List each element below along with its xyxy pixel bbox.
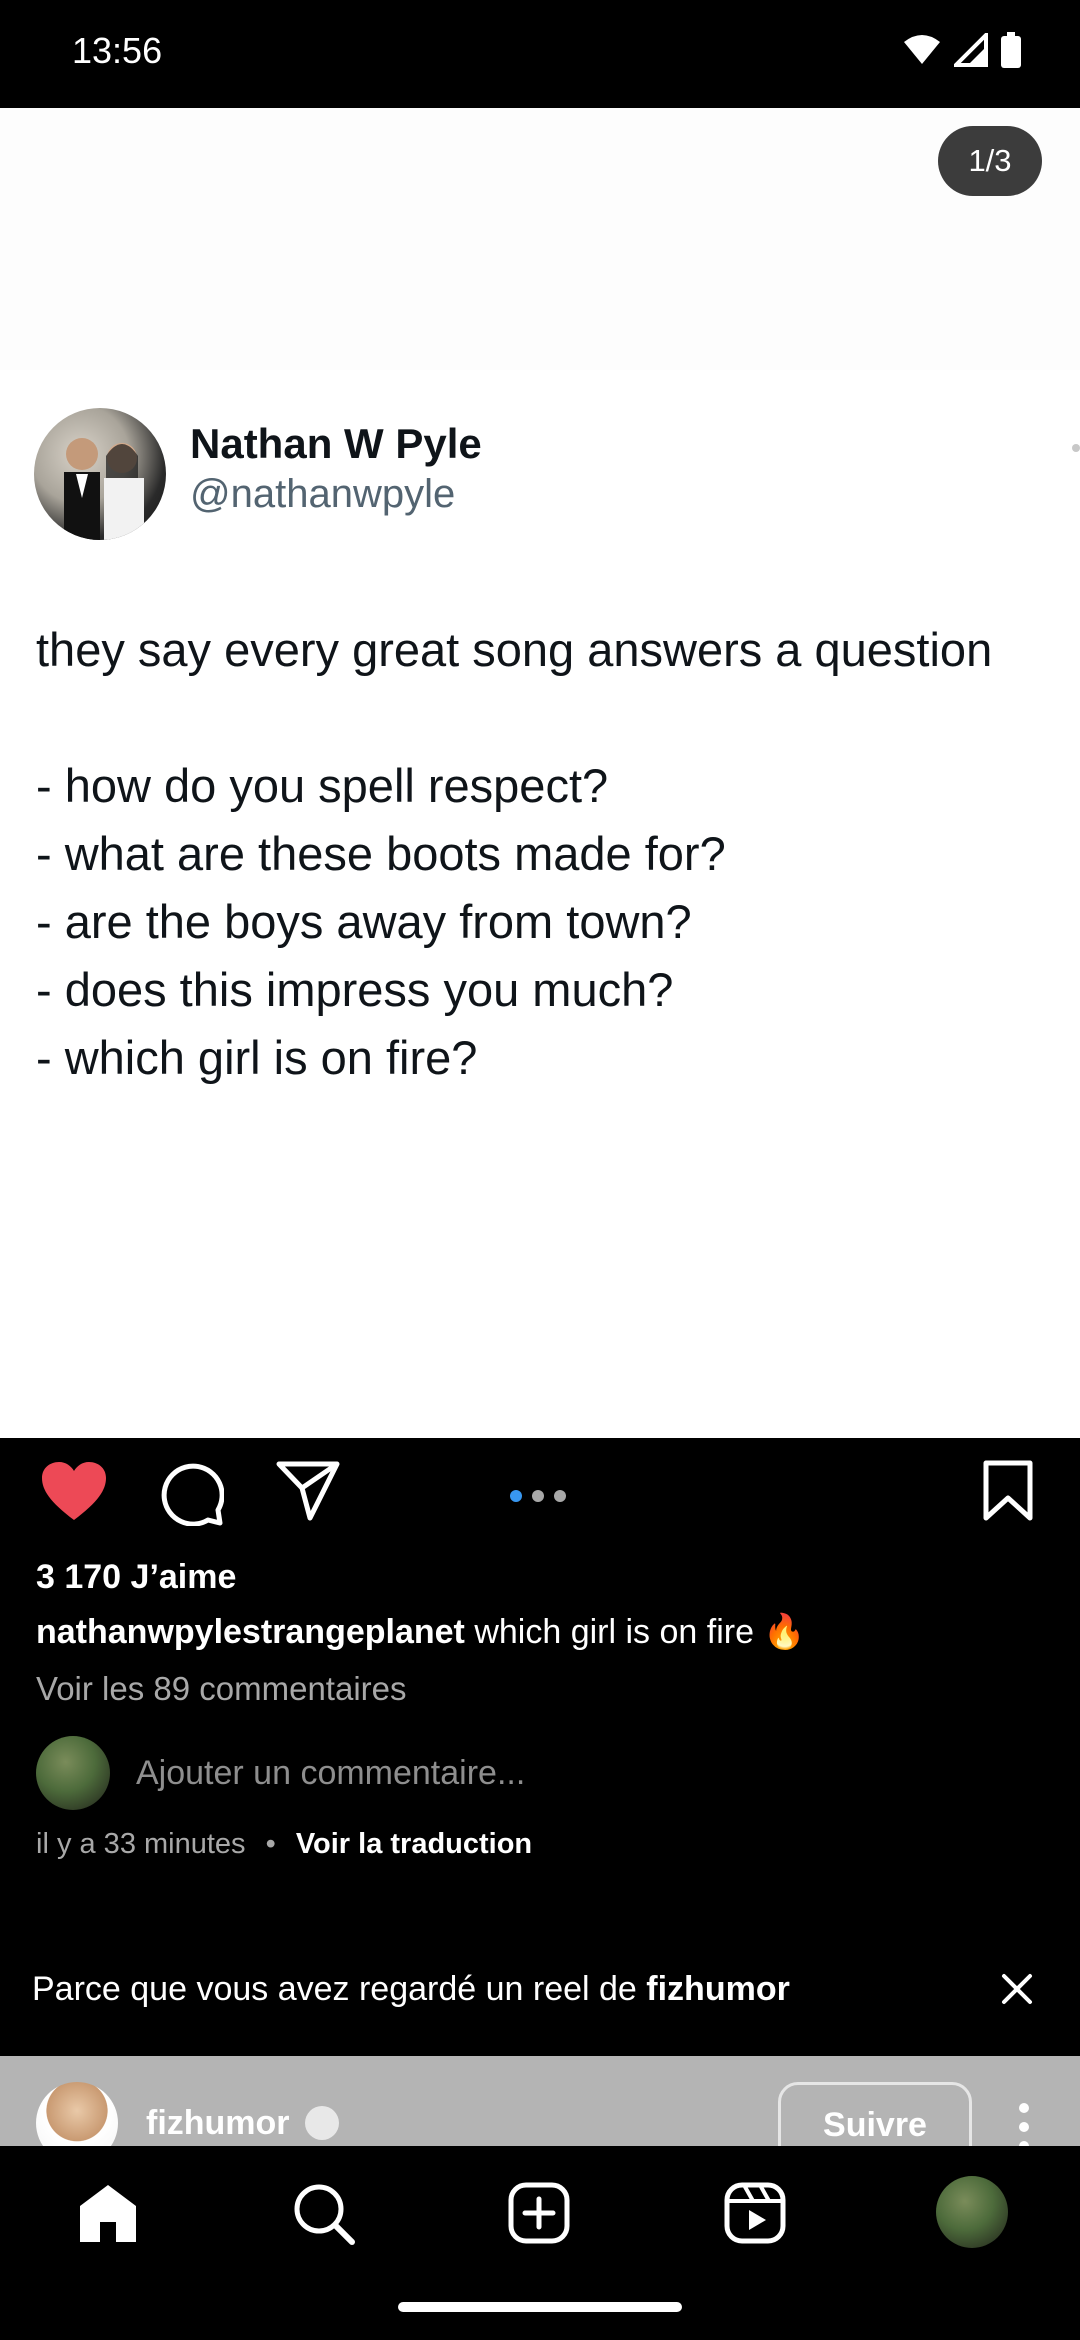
view-comments-link[interactable]: Voir les 89 commentaires — [36, 1670, 407, 1708]
more-options-icon[interactable] — [1018, 2102, 1030, 2146]
heart-filled-icon[interactable] — [40, 1460, 108, 1524]
carousel-dot — [554, 1490, 566, 1502]
tweet-author-name: Nathan W Pyle — [190, 420, 482, 467]
status-bar: 13:56 — [0, 0, 1080, 108]
signal-icon — [954, 33, 988, 67]
post-image[interactable]: 1/3 Nathan W Pyle @nathanwpyle they say … — [0, 108, 1080, 1438]
battery-icon — [1001, 32, 1021, 68]
home-icon[interactable] — [76, 2182, 140, 2244]
post-actions — [0, 1438, 1080, 1550]
caption-username[interactable]: nathanwpylestrangeplanet — [36, 1613, 465, 1651]
carousel-dot-active — [510, 1490, 522, 1502]
follow-button[interactable]: Suivre — [778, 2082, 972, 2146]
suggestion-reason: Parce que vous avez regardé un reel de f… — [32, 1970, 790, 2009]
post-caption: nathanwpylestrangeplanet which girl is o… — [36, 1612, 806, 1652]
bookmark-icon[interactable] — [982, 1460, 1034, 1522]
meta-separator: • — [265, 1828, 276, 1860]
create-icon[interactable] — [508, 2182, 570, 2244]
suggestion-account[interactable]: fizhumor — [646, 1970, 790, 2008]
paper-plane-icon[interactable] — [276, 1460, 340, 1522]
status-icons — [902, 32, 1022, 68]
search-icon[interactable] — [292, 2182, 356, 2246]
likes-count[interactable]: 3 170 J’aime — [36, 1558, 236, 1597]
current-user-avatar — [36, 1736, 110, 1810]
image-top-band — [0, 108, 1080, 370]
post-meta: il y a 33 minutes • Voir la traduction — [36, 1828, 532, 1861]
next-post-avatar[interactable] — [36, 2082, 118, 2146]
status-time: 13:56 — [72, 30, 163, 71]
edge-dot — [1072, 444, 1080, 452]
comment-icon[interactable] — [158, 1460, 224, 1526]
tweet-text: they say every great song answers a ques… — [36, 623, 993, 1084]
reels-icon[interactable] — [724, 2182, 786, 2244]
verified-badge-icon — [305, 2106, 339, 2140]
caption-text: which girl is on fire 🔥 — [474, 1613, 806, 1651]
next-post-header: fizhumor Suivre — [0, 2056, 1080, 2146]
next-post-username[interactable]: fizhumor — [146, 2104, 290, 2143]
carousel-counter: 1/3 — [938, 126, 1042, 196]
tweet-avatar — [34, 408, 166, 540]
suggestion-prefix: Parce que vous avez regardé un reel de — [32, 1970, 647, 2008]
wifi-icon — [904, 35, 940, 64]
carousel-dots — [510, 1490, 566, 1502]
home-indicator[interactable] — [398, 2302, 682, 2312]
post-time: il y a 33 minutes — [36, 1828, 246, 1860]
add-comment-input[interactable]: Ajouter un commentaire... — [136, 1754, 525, 1793]
tweet-author-handle: @nathanwpyle — [190, 472, 456, 516]
see-translation-link[interactable]: Voir la traduction — [296, 1828, 532, 1860]
close-icon[interactable] — [1000, 1972, 1034, 2006]
profile-avatar[interactable] — [936, 2176, 1008, 2248]
carousel-dot — [532, 1490, 544, 1502]
